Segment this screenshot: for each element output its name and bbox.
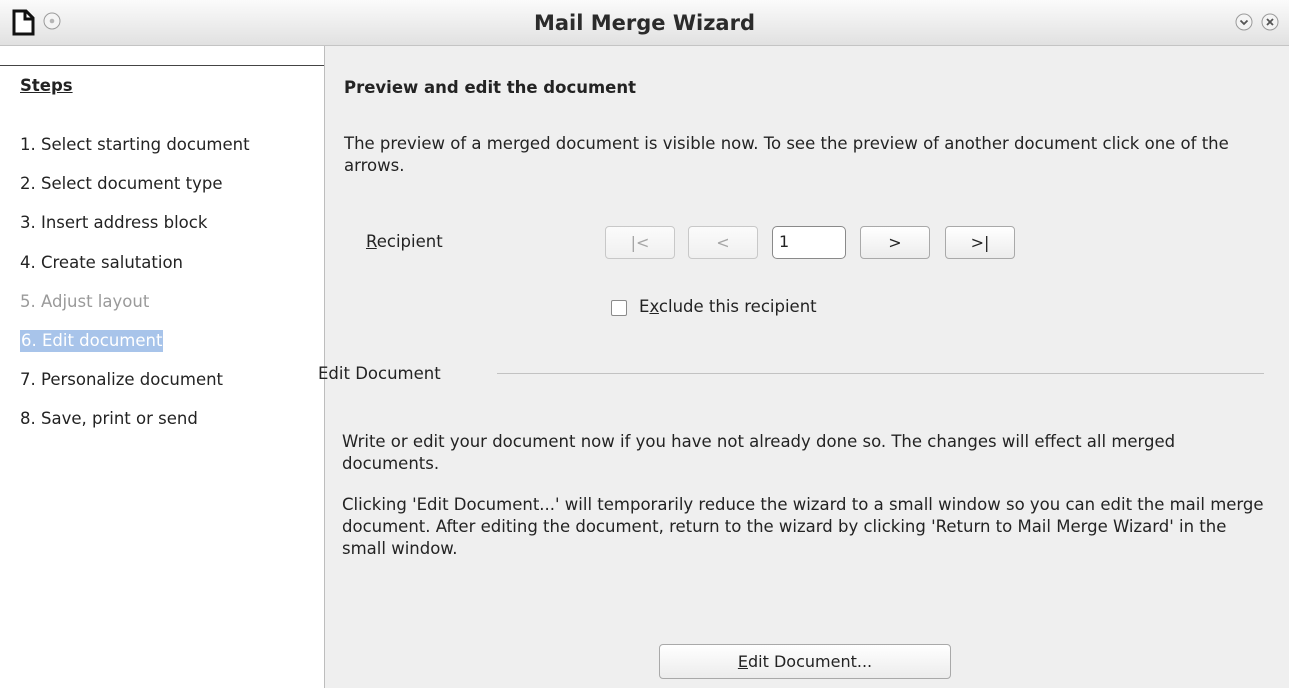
edit-info-paragraph-1: Write or edit your document now if you h… [342,432,1176,473]
step-select-starting-document[interactable]: 1. Select starting document [20,134,250,156]
steps-panel: Steps 1. Select starting document 2. Sel… [0,46,325,688]
edit-document-section-label: Edit Document [318,364,441,383]
page-heading: Preview and edit the document [344,78,636,97]
wizard-page: Preview and edit the document The previe… [318,46,1289,688]
window-title: Mail Merge Wizard [533,11,755,35]
step-select-document-type[interactable]: 2. Select document type [20,173,223,195]
step-insert-address-block[interactable]: 3. Insert address block [20,212,207,234]
first-recipient-button[interactable]: |< [605,226,675,259]
steps-heading: Steps [20,76,73,95]
exclude-recipient-label[interactable]: Exclude this recipient [639,297,817,316]
step-save-print-or-send[interactable]: 8. Save, print or send [20,408,198,430]
next-recipient-button[interactable]: > [860,226,930,259]
step-personalize-document[interactable]: 7. Personalize document [20,369,223,391]
steps-divider [0,65,324,66]
exclude-recipient-checkbox[interactable] [611,300,627,316]
mail-merge-wizard-window: Mail Merge Wizard Steps 1. Select starti… [0,0,1289,688]
edit-section-divider [497,373,1264,374]
title-bar: Mail Merge Wizard [0,0,1289,46]
last-recipient-button[interactable]: >| [945,226,1015,259]
close-icon[interactable] [1261,13,1279,31]
previous-recipient-button[interactable]: < [688,226,758,259]
step-edit-document[interactable]: 6. Edit document [20,330,164,352]
edit-document-button[interactable]: Edit Document... [659,644,951,679]
preview-intro-text: The preview of a merged document is visi… [344,134,1229,175]
recipient-label: Recipient [366,232,443,251]
step-adjust-layout: 5. Adjust layout [20,292,150,311]
step-create-salutation[interactable]: 4. Create salutation [20,252,183,274]
recipient-number-field[interactable]: 1 [772,226,846,259]
minimize-icon[interactable] [1235,13,1253,31]
edit-info-paragraph-2: Clicking 'Edit Document...' will tempora… [342,495,1264,558]
